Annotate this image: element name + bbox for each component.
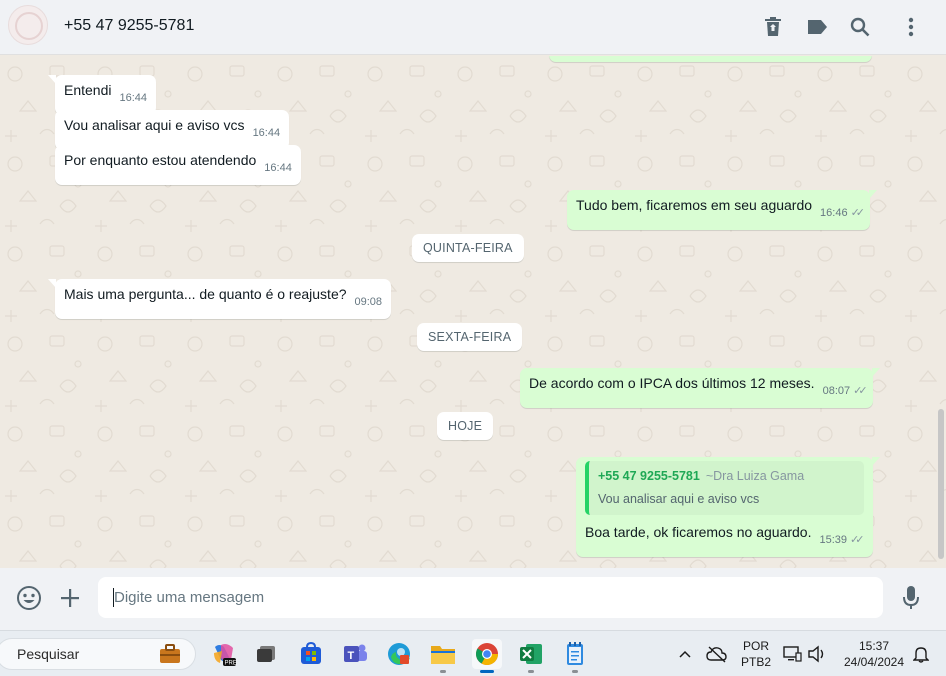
message-time: 16:46 bbox=[820, 207, 848, 219]
svg-text:PRE: PRE bbox=[225, 661, 237, 667]
message-outgoing[interactable]: Tudo bem, ficaremos em seu aguardo 16:46 ✓… bbox=[567, 190, 878, 230]
chevron-up-icon[interactable] bbox=[670, 639, 700, 669]
chat-header: +55 47 9255-5781 bbox=[0, 0, 946, 55]
avatar-logo bbox=[15, 12, 43, 40]
contact-avatar[interactable] bbox=[8, 5, 48, 45]
running-indicator bbox=[440, 670, 446, 673]
chat-scrollbar[interactable] bbox=[938, 409, 944, 559]
active-indicator bbox=[480, 670, 494, 673]
task-view-icon[interactable] bbox=[251, 639, 281, 669]
excel-icon[interactable] bbox=[516, 639, 546, 673]
emoji-icon[interactable] bbox=[14, 583, 44, 613]
running-indicator bbox=[528, 670, 534, 673]
search-icon[interactable] bbox=[847, 14, 873, 40]
message-time: 15:39 bbox=[819, 534, 847, 546]
windows-taskbar: Pesquisar PRE T POR PTB2 15:37 24/04/202… bbox=[0, 630, 946, 676]
file-explorer-icon[interactable] bbox=[428, 639, 458, 673]
clock[interactable]: 15:37 24/04/2024 bbox=[838, 639, 910, 669]
quote-pushname: ~Dra Luiza Gama bbox=[705, 469, 805, 483]
message-input[interactable] bbox=[98, 577, 883, 618]
message-incoming[interactable]: Mais uma pergunta... de quanto é o reaju… bbox=[48, 279, 392, 319]
notepad-icon[interactable] bbox=[560, 639, 590, 673]
bell-icon[interactable] bbox=[910, 639, 932, 669]
message-text: De acordo com o IPCA dos últimos 12 mese… bbox=[529, 375, 815, 391]
message-text: Mais uma pergunta... de quanto é o reaju… bbox=[64, 286, 347, 302]
delete-icon[interactable] bbox=[760, 14, 786, 40]
message-time: 16:44 bbox=[119, 92, 148, 104]
bubble-tail bbox=[48, 279, 56, 288]
message-incoming[interactable]: Por enquanto estou atendendo 16:44 bbox=[55, 145, 301, 185]
contact-name[interactable]: +55 47 9255-5781 bbox=[64, 17, 194, 35]
message-incoming[interactable]: Entendi 16:44 bbox=[48, 75, 157, 115]
quote-author: +55 47 9255-5781 bbox=[598, 469, 700, 483]
taskbar-search-label: Pesquisar bbox=[17, 646, 80, 662]
attach-plus-icon[interactable] bbox=[55, 583, 85, 613]
bubble-tail bbox=[871, 368, 880, 377]
bubble-tail bbox=[869, 190, 878, 199]
quote-text: Vou analisar aqui e aviso vcs bbox=[598, 492, 760, 506]
message-text: Boa tarde, ok ficaremos no aguardo. bbox=[585, 524, 812, 540]
read-ticks-icon: ✓✓ bbox=[853, 385, 868, 397]
monitor-icon[interactable] bbox=[780, 639, 804, 669]
message-outgoing[interactable]: De acordo com o IPCA dos últimos 12 mese… bbox=[520, 368, 880, 408]
quoted-message[interactable]: +55 47 9255-5781 ~Dra Luiza Gama Vou anal… bbox=[585, 461, 864, 515]
day-separator: QUINTA-FEIRA bbox=[412, 234, 524, 262]
cloud-off-icon[interactable] bbox=[702, 639, 732, 669]
volume-icon[interactable] bbox=[805, 639, 829, 669]
message-list[interactable]: Entendi 16:44 Vou analisar aqui e aviso v… bbox=[0, 56, 946, 568]
language-code: POR bbox=[742, 639, 769, 653]
microphone-icon[interactable] bbox=[896, 583, 926, 613]
text-caret bbox=[113, 588, 114, 607]
day-separator: HOJE bbox=[437, 412, 494, 440]
message-input-box[interactable] bbox=[98, 577, 883, 618]
bubble-tail bbox=[872, 457, 880, 466]
message-text: Por enquanto estou atendendo bbox=[64, 152, 257, 168]
message-incoming[interactable]: Vou analisar aqui e aviso vcs 16:44 bbox=[55, 110, 290, 150]
read-ticks-icon: ✓✓ bbox=[850, 207, 866, 219]
message-bubble-partial[interactable] bbox=[549, 56, 872, 62]
message-time: 16:44 bbox=[252, 127, 281, 139]
running-indicator bbox=[572, 670, 578, 673]
svg-text:T: T bbox=[348, 650, 355, 662]
teams-icon[interactable]: T bbox=[340, 639, 370, 669]
day-separator: SEXTA-FEIRA bbox=[417, 323, 523, 351]
message-time: 08:07 bbox=[822, 385, 851, 397]
message-time: 16:44 bbox=[264, 162, 292, 174]
menu-icon[interactable] bbox=[898, 14, 924, 40]
keyboard-layout: PTB2 bbox=[740, 655, 771, 669]
message-text: Vou analisar aqui e aviso vcs bbox=[64, 117, 245, 133]
message-time: 09:08 bbox=[354, 296, 383, 308]
store-icon[interactable] bbox=[296, 639, 326, 669]
bubble-tail bbox=[48, 75, 56, 84]
read-ticks-icon: ✓✓ bbox=[850, 534, 865, 546]
composer bbox=[0, 568, 946, 630]
clock-date: 24/04/2024 bbox=[843, 655, 905, 669]
chrome-icon[interactable] bbox=[472, 639, 502, 673]
briefcase-icon[interactable] bbox=[155, 639, 185, 669]
message-outgoing-reply[interactable]: +55 47 9255-5781 ~Dra Luiza Gama Vou anal… bbox=[576, 457, 880, 557]
copilot-icon[interactable]: PRE bbox=[209, 639, 239, 669]
message-text: Tudo bem, ficaremos em seu aguardo bbox=[576, 197, 813, 213]
message-text: Entendi bbox=[64, 82, 112, 98]
clock-time: 15:37 bbox=[858, 639, 890, 653]
language-indicator[interactable]: POR PTB2 bbox=[738, 639, 774, 669]
edge-icon[interactable] bbox=[384, 639, 414, 669]
label-icon[interactable] bbox=[804, 14, 830, 40]
